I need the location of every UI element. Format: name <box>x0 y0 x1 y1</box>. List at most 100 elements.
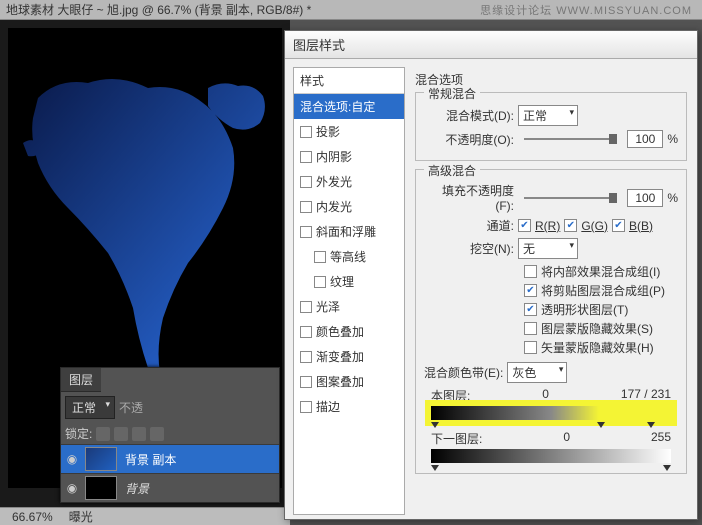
layer-name-label[interactable]: 背景 <box>121 480 149 497</box>
style-item[interactable]: 渐变叠加 <box>294 344 404 369</box>
blend-mode-dropdown[interactable]: 正常 <box>65 396 115 419</box>
visibility-icon[interactable]: ◉ <box>63 479 81 497</box>
style-item-label: 混合选项:自定 <box>300 98 375 115</box>
knockout-select[interactable]: 无 <box>518 238 578 259</box>
style-item-label: 内阴影 <box>316 148 352 165</box>
blend-interior-checkbox[interactable] <box>524 265 537 278</box>
this-layer-gradient[interactable] <box>431 406 671 420</box>
style-item[interactable]: 纹理 <box>294 269 404 294</box>
layer-thumbnail[interactable] <box>85 476 117 500</box>
this-val-1: 177 <box>621 387 641 401</box>
style-item[interactable]: 投影 <box>294 119 404 144</box>
blendif-label: 混合颜色带(E): <box>424 364 503 381</box>
lock-label: 锁定: <box>65 425 92 442</box>
this-val-slash: / <box>644 387 647 401</box>
this-val-2: 231 <box>651 387 671 401</box>
opacity-label: 不透明度(O): <box>424 131 514 148</box>
style-checkbox[interactable] <box>314 276 326 288</box>
style-item[interactable]: 外发光 <box>294 169 404 194</box>
style-item[interactable]: 内发光 <box>294 194 404 219</box>
options-panel: 混合选项 常规混合 混合模式(D): 正常 不透明度(O): 100 % 高级混… <box>409 59 697 523</box>
style-item-label: 图案叠加 <box>316 373 364 390</box>
transparency-shapes-label: 透明形状图层(T) <box>541 301 628 318</box>
opacity-slider[interactable] <box>524 138 617 140</box>
vector-mask-hides-checkbox[interactable] <box>524 341 537 354</box>
blend-mode-label: 混合模式(D): <box>424 107 514 124</box>
layer-row[interactable]: ◉ 背景 副本 <box>61 444 279 473</box>
layer-style-dialog: 图层样式 样式 混合选项:自定投影内阴影外发光内发光斜面和浮雕等高线纹理光泽颜色… <box>284 30 698 520</box>
blendif-select[interactable]: 灰色 <box>507 362 567 383</box>
opacity-input[interactable]: 100 <box>627 130 663 148</box>
opacity-hint: 不透 <box>119 399 143 416</box>
exposure-label: 曝光 <box>61 508 101 525</box>
style-item-label: 光泽 <box>316 298 340 315</box>
layers-tab[interactable]: 图层 <box>61 368 101 392</box>
style-list: 样式 混合选项:自定投影内阴影外发光内发光斜面和浮雕等高线纹理光泽颜色叠加渐变叠… <box>293 67 405 515</box>
under-val-1: 255 <box>651 430 671 447</box>
style-item-label: 斜面和浮雕 <box>316 223 376 240</box>
dialog-title: 图层样式 <box>285 31 697 59</box>
layer-row[interactable]: ◉ 背景 <box>61 473 279 502</box>
under-layer-label: 下一图层: <box>431 430 482 447</box>
layer-mask-hides-label: 图层蒙版隐藏效果(S) <box>541 320 653 337</box>
style-checkbox[interactable] <box>300 301 312 313</box>
blend-clipped-label: 将剪贴图层混合成组(P) <box>541 282 665 299</box>
channel-r-label: R(R) <box>535 219 560 233</box>
style-item-label: 等高线 <box>330 248 366 265</box>
style-item[interactable]: 斜面和浮雕 <box>294 219 404 244</box>
lock-all-icon[interactable] <box>150 427 164 441</box>
style-checkbox[interactable] <box>300 126 312 138</box>
style-checkbox[interactable] <box>300 376 312 388</box>
fill-opacity-label: 填充不透明度(F): <box>424 182 514 213</box>
style-item-label: 投影 <box>316 123 340 140</box>
style-item-label: 外发光 <box>316 173 352 190</box>
style-item[interactable]: 颜色叠加 <box>294 319 404 344</box>
zoom-level[interactable]: 66.67% <box>4 510 61 524</box>
general-blend-fieldset: 常规混合 混合模式(D): 正常 不透明度(O): 100 % <box>415 92 687 161</box>
pct-label: % <box>667 132 678 146</box>
lock-transparency-icon[interactable] <box>96 427 110 441</box>
style-item[interactable]: 混合选项:自定 <box>294 94 404 119</box>
channel-r-checkbox[interactable] <box>518 219 531 232</box>
style-item-label: 描边 <box>316 398 340 415</box>
lock-position-icon[interactable] <box>132 427 146 441</box>
style-checkbox[interactable] <box>300 351 312 363</box>
style-checkbox[interactable] <box>300 326 312 338</box>
fieldset-legend: 常规混合 <box>424 85 480 102</box>
style-list-header: 样式 <box>294 68 404 94</box>
style-item[interactable]: 光泽 <box>294 294 404 319</box>
style-checkbox[interactable] <box>314 251 326 263</box>
fill-opacity-slider[interactable] <box>524 197 617 199</box>
blend-mode-select[interactable]: 正常 <box>518 105 578 126</box>
blend-interior-label: 将内部效果混合成组(I) <box>541 263 660 280</box>
blend-clipped-checkbox[interactable] <box>524 284 537 297</box>
style-checkbox[interactable] <box>300 176 312 188</box>
watermark-text: 思缘设计论坛 WWW.MISSYUAN.COM <box>480 2 692 18</box>
channel-g-checkbox[interactable] <box>564 219 577 232</box>
style-item-label: 纹理 <box>330 273 354 290</box>
style-checkbox[interactable] <box>300 401 312 413</box>
style-item[interactable]: 图案叠加 <box>294 369 404 394</box>
style-checkbox[interactable] <box>300 151 312 163</box>
under-val-0: 0 <box>563 430 570 447</box>
layer-thumbnail[interactable] <box>85 447 117 471</box>
transparency-shapes-checkbox[interactable] <box>524 303 537 316</box>
visibility-icon[interactable]: ◉ <box>63 450 81 468</box>
style-item[interactable]: 等高线 <box>294 244 404 269</box>
underlying-gradient[interactable] <box>431 449 671 463</box>
lock-pixels-icon[interactable] <box>114 427 128 441</box>
style-item[interactable]: 内阴影 <box>294 144 404 169</box>
knockout-label: 挖空(N): <box>424 240 514 257</box>
fieldset-legend: 高级混合 <box>424 162 480 179</box>
style-checkbox[interactable] <box>300 226 312 238</box>
style-item-label: 颜色叠加 <box>316 323 364 340</box>
fill-opacity-input[interactable]: 100 <box>627 189 663 207</box>
channel-b-checkbox[interactable] <box>612 219 625 232</box>
vector-mask-hides-label: 矢量蒙版隐藏效果(H) <box>541 339 654 356</box>
style-item[interactable]: 描边 <box>294 394 404 419</box>
style-checkbox[interactable] <box>300 201 312 213</box>
layer-name-label[interactable]: 背景 副本 <box>121 451 176 468</box>
style-item-label: 渐变叠加 <box>316 348 364 365</box>
layer-mask-hides-checkbox[interactable] <box>524 322 537 335</box>
document-title: 地球素材 大眼仔 ~ 旭.jpg @ 66.7% (背景 副本, RGB/8#)… <box>6 1 311 18</box>
